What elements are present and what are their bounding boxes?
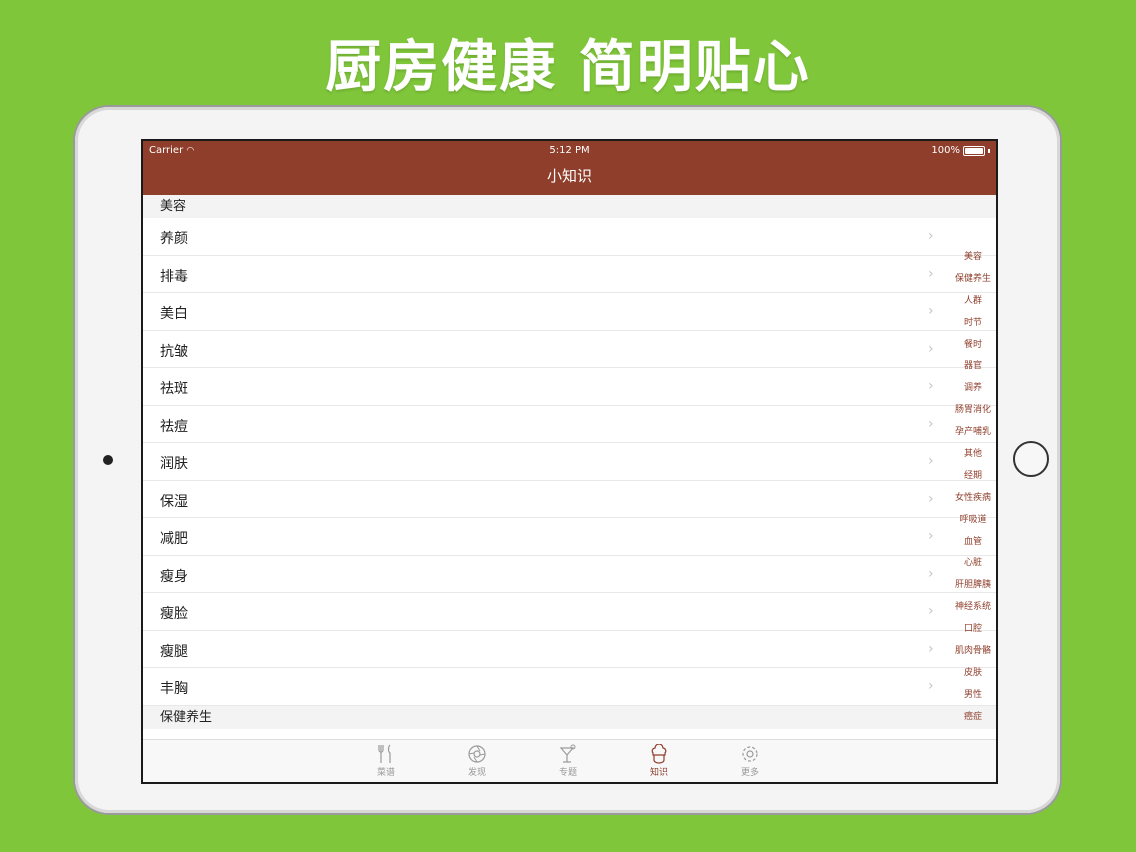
section-header: 美容	[143, 195, 996, 218]
navigation-bar: Carrier ◠ 5:12 PM 100% 小知识	[143, 141, 996, 195]
gear-icon	[720, 744, 780, 764]
chevron-right-icon: ›	[928, 640, 934, 657]
list-item[interactable]: 抗皱 ›	[143, 331, 996, 368]
index-item[interactable]: 孕产哺乳	[943, 424, 996, 446]
index-item[interactable]: 其他	[943, 446, 996, 468]
tab-cocktail[interactable]: 专题	[538, 740, 598, 782]
list-item[interactable]: 润肤 ›	[143, 443, 996, 481]
index-item[interactable]: 肝胆脾胰	[943, 577, 996, 599]
index-item[interactable]: 口腔	[943, 621, 996, 643]
promo-title: 厨房健康 简明贴心	[325, 35, 811, 100]
tab-label: 专题	[558, 768, 577, 778]
index-item[interactable]: 皮肤	[943, 665, 996, 687]
battery-tip	[988, 148, 990, 153]
list-item[interactable]: 养颜 ›	[143, 218, 996, 256]
home-button[interactable]	[1013, 441, 1049, 477]
list-item[interactable]: 瘦脸 ›	[143, 593, 996, 631]
index-item[interactable]: 人群	[943, 293, 996, 315]
list-item[interactable]: 瘦腿 ›	[143, 631, 996, 668]
list-item-label: 瘦脸	[160, 606, 188, 622]
chevron-right-icon: ›	[928, 415, 934, 432]
list-item[interactable]: 祛斑 ›	[143, 368, 996, 406]
knowledge-list[interactable]: 美容 养颜 › 排毒 › 美白 › 抗皱 › 祛斑 › 祛痘 › 润肤 › 保湿 › 减肥 › 瘦身 › 瘦脸 › 瘦腿 › 丰胸…	[143, 195, 996, 739]
chevron-right-icon: ›	[928, 340, 934, 357]
fork-knife-icon	[356, 744, 416, 764]
tab-aperture[interactable]: 发现	[447, 740, 507, 782]
list-item-label: 祛斑	[160, 381, 188, 397]
chevron-right-icon: ›	[928, 303, 934, 319]
tab-label: 菜谱	[376, 768, 395, 778]
tab-chef[interactable]: 知识	[629, 740, 689, 782]
list-item-label: 抗皱	[160, 343, 188, 360]
chevron-right-icon: ›	[928, 453, 934, 469]
list-item-label: 润肤	[160, 456, 188, 472]
list-item-label: 排毒	[160, 268, 188, 285]
status-time: 5:12 PM	[549, 145, 590, 156]
list-item[interactable]: 补钙›	[143, 729, 996, 740]
tab-gear[interactable]: 更多	[720, 740, 780, 782]
index-item[interactable]: 保健养生	[943, 271, 996, 293]
index-item[interactable]: 男性	[943, 687, 996, 709]
cocktail-icon	[538, 744, 598, 764]
list-item[interactable]: 丰胸 ›	[143, 668, 996, 706]
tab-label: 更多	[740, 768, 759, 778]
list-item[interactable]: 减肥 ›	[143, 518, 996, 556]
index-item[interactable]: 女性疾病	[943, 490, 996, 512]
chevron-right-icon: ›	[928, 603, 934, 619]
list-item[interactable]: 祛痘 ›	[143, 406, 996, 443]
index-item[interactable]: 美容	[943, 249, 996, 271]
index-item[interactable]: 调养	[943, 380, 996, 402]
chevron-right-icon: ›	[928, 565, 934, 582]
list-item[interactable]: 美白 ›	[143, 293, 996, 331]
list-item[interactable]: 保湿 ›	[143, 481, 996, 518]
list-item-label: 瘦身	[160, 568, 188, 585]
chef-icon	[629, 744, 689, 764]
list-item-label: 瘦腿	[160, 643, 188, 660]
index-item[interactable]: 肌肉骨骼	[943, 643, 996, 665]
list-item-label: 祛痘	[160, 418, 188, 435]
chevron-right-icon: ›	[928, 228, 934, 244]
camera	[103, 455, 113, 465]
ipad-frame: Carrier ◠ 5:12 PM 100% 小知识 美容 养颜 › 排毒 › 美白 › 抗皱…	[75, 107, 1060, 813]
battery-label: 100%	[931, 145, 960, 156]
chevron-right-icon: ›	[928, 490, 934, 507]
status-battery: 100%	[931, 145, 990, 156]
tab-fork-knife[interactable]: 菜谱	[356, 740, 416, 782]
page-title: 小知识	[546, 167, 592, 185]
index-item[interactable]: 经期	[943, 468, 996, 490]
list-item[interactable]: 排毒 ›	[143, 256, 996, 293]
section-header: 保健养生	[143, 705, 996, 729]
list-item-label: 减肥	[160, 531, 188, 547]
chevron-right-icon: ›	[928, 528, 934, 544]
list-item-label: 丰胸	[160, 681, 188, 697]
tab-label: 知识	[649, 768, 668, 778]
index-item[interactable]: 肠胃消化	[943, 402, 996, 424]
index-item[interactable]: 器官	[943, 358, 996, 380]
list-item-label: 美白	[160, 306, 188, 322]
aperture-icon	[447, 744, 507, 764]
index-item[interactable]: 餐时	[943, 337, 996, 359]
section-index[interactable]: 美容 保健养生 人群 时节 餐时 器官 调养 肠胃消化 孕产哺乳 其他 经期 女性疾病 呼吸道 血管 心脏肝…	[943, 249, 996, 731]
chevron-right-icon: ›	[928, 378, 934, 394]
chevron-right-icon: ›	[928, 678, 934, 694]
battery-icon	[963, 145, 985, 156]
index-item[interactable]: 神经系统	[943, 599, 996, 621]
index-item[interactable]: 癌症	[943, 709, 996, 731]
tab-label: 发现	[467, 768, 486, 778]
chevron-right-icon: ›	[928, 265, 934, 282]
list-item[interactable]: 瘦身 ›	[143, 556, 996, 593]
index-item[interactable]: 呼吸道	[943, 512, 996, 534]
list-item-label: 保湿	[160, 493, 188, 510]
index-item[interactable]: 血管	[943, 534, 996, 556]
tab-bar: 菜谱 发现 专题 知识 更多	[143, 739, 996, 782]
index-item[interactable]: 时节	[943, 315, 996, 337]
list-item-label: 养颜	[160, 231, 188, 247]
index-item[interactable]: 心脏	[943, 555, 996, 577]
screen: Carrier ◠ 5:12 PM 100% 小知识 美容 养颜 › 排毒 › 美白 › 抗皱…	[141, 139, 998, 784]
